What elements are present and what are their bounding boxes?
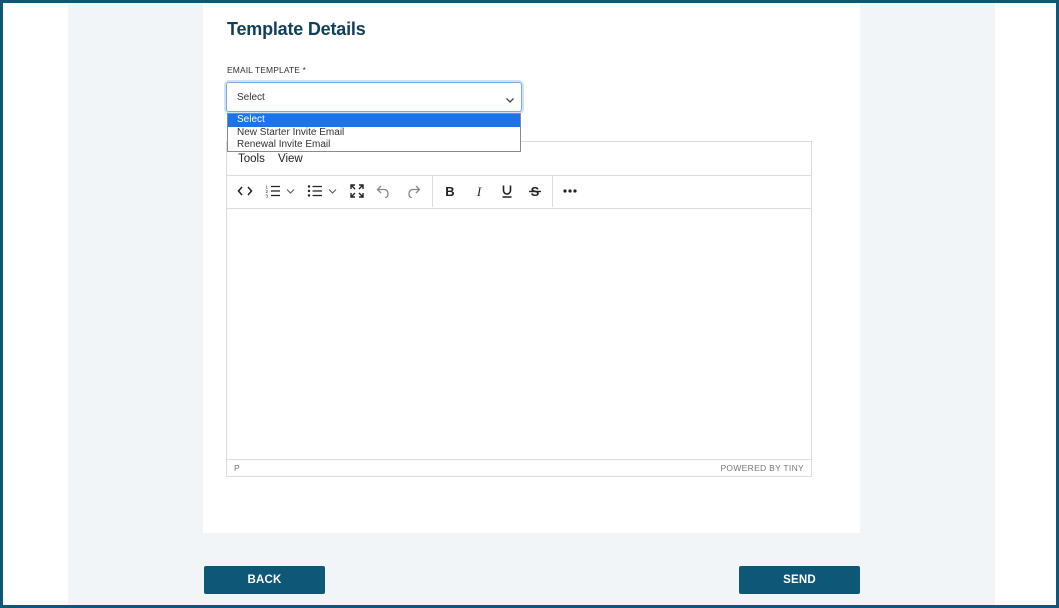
- back-button[interactable]: BACK: [204, 566, 325, 594]
- undo-icon[interactable]: [374, 181, 394, 201]
- fullscreen-icon[interactable]: [347, 181, 367, 201]
- more-icon[interactable]: [560, 181, 580, 201]
- powered-by-tiny-link[interactable]: POWERED BY TINY: [720, 463, 804, 473]
- editor-toolbar: 1 2 3 B I: [227, 175, 811, 209]
- underline-icon[interactable]: [497, 181, 517, 201]
- send-button[interactable]: SEND: [739, 566, 860, 594]
- italic-icon[interactable]: I: [469, 181, 489, 201]
- svg-text:I: I: [476, 184, 482, 198]
- menu-tools[interactable]: Tools: [238, 153, 265, 165]
- source-code-icon[interactable]: [235, 181, 255, 201]
- dropdown-option-new-starter[interactable]: New Starter Invite Email: [228, 127, 520, 140]
- dropdown-option-renewal[interactable]: Renewal Invite Email: [228, 139, 520, 152]
- dropdown-option-select[interactable]: Select: [228, 114, 520, 127]
- page-title: Template Details: [227, 19, 366, 39]
- email-template-select[interactable]: Select: [226, 82, 522, 112]
- strikethrough-icon[interactable]: S: [525, 181, 545, 201]
- email-template-dropdown: Select New Starter Invite Email Renewal …: [227, 113, 521, 152]
- chevron-down-icon[interactable]: [284, 181, 296, 201]
- select-value: Select: [237, 92, 265, 103]
- redo-icon[interactable]: [403, 181, 423, 201]
- menu-view[interactable]: View: [278, 153, 303, 165]
- svg-text:B: B: [445, 184, 454, 198]
- chevron-down-icon[interactable]: [326, 181, 338, 201]
- bullet-list-icon[interactable]: [305, 181, 325, 201]
- numbered-list-icon[interactable]: 1 2 3: [263, 181, 283, 201]
- svg-text:3: 3: [266, 194, 269, 199]
- toolbar-divider: [552, 175, 553, 207]
- element-path[interactable]: P: [234, 463, 240, 473]
- toolbar-divider: [432, 175, 433, 207]
- editor-statusbar: P POWERED BY TINY: [227, 459, 811, 476]
- editor-content-area[interactable]: [227, 208, 811, 461]
- chevron-down-icon: [505, 92, 515, 110]
- rich-text-editor: Tools View 1 2 3 B I P POWERED BY TINY: [226, 141, 812, 477]
- email-template-label: EMAIL TEMPLATE *: [227, 65, 306, 75]
- bold-icon[interactable]: B: [440, 181, 460, 201]
